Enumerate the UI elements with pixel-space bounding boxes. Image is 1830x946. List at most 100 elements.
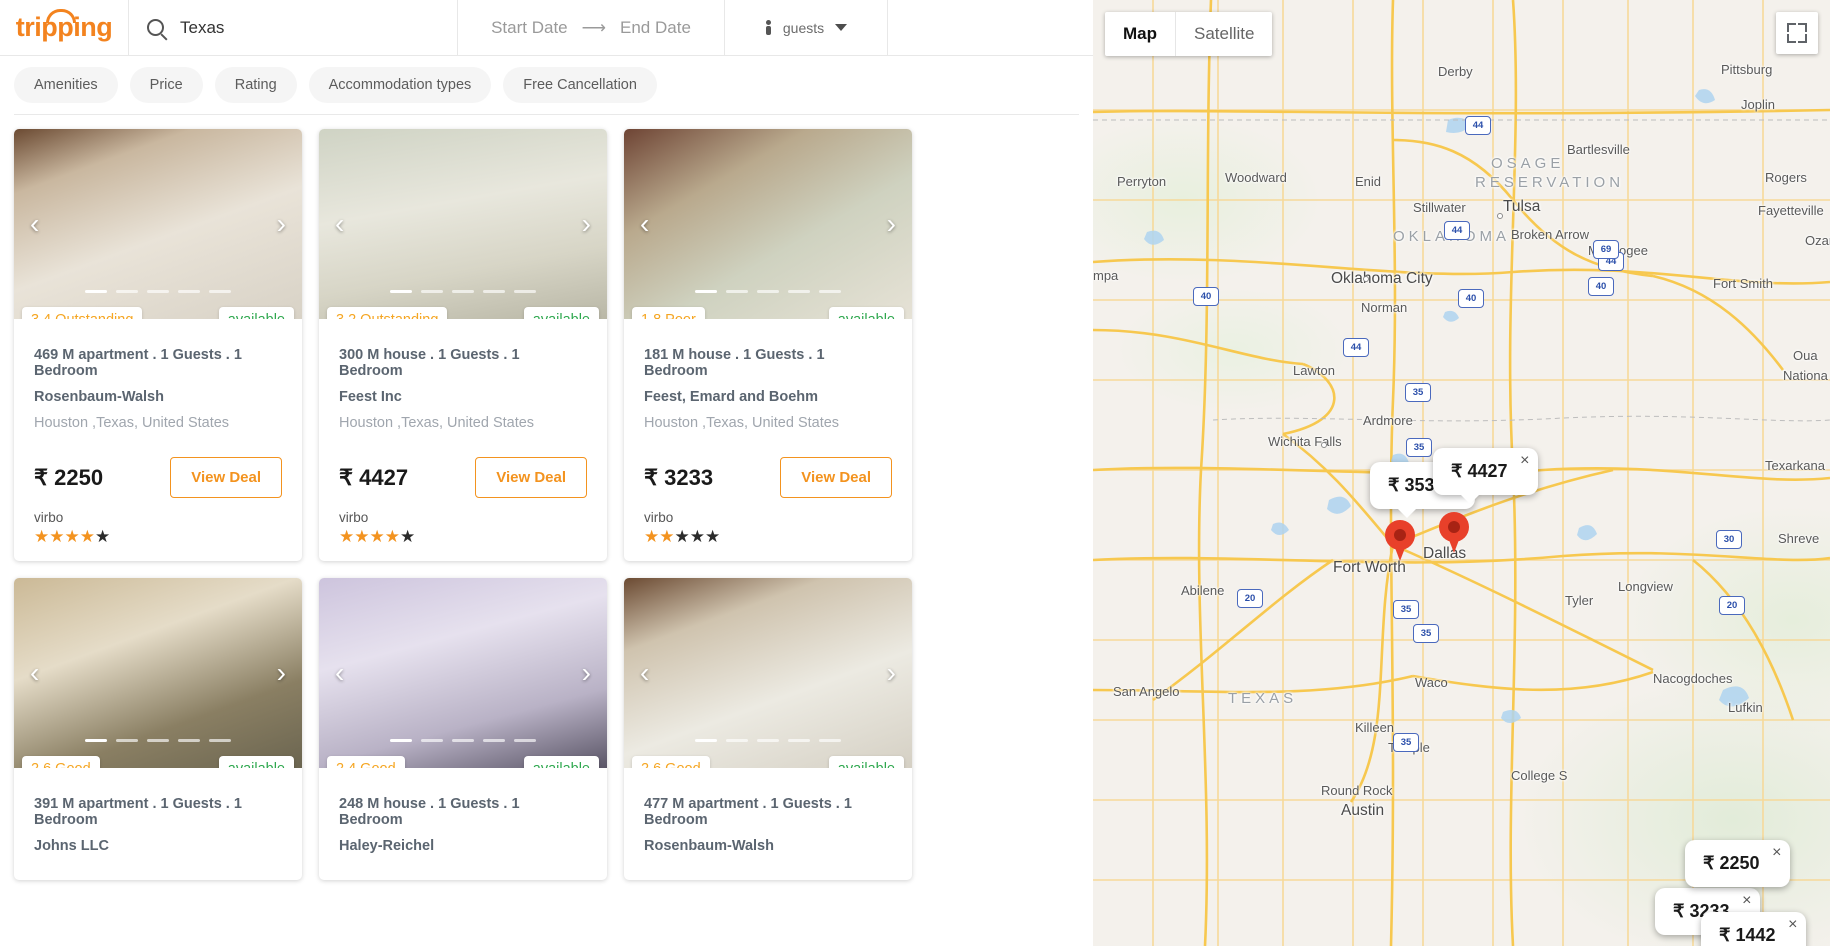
photo-dots[interactable] xyxy=(85,290,231,293)
filter-chip-rating[interactable]: Rating xyxy=(214,67,297,103)
map-type-switch[interactable]: Map Satellite xyxy=(1105,12,1273,56)
brand-logo[interactable]: tripping xyxy=(0,0,128,55)
card-badges: 2.4 Good available xyxy=(319,756,607,768)
map-label-killeen: Killeen xyxy=(1355,720,1395,735)
map-type-satellite[interactable]: Satellite xyxy=(1175,12,1272,56)
search-input[interactable] xyxy=(180,17,439,38)
card-photo[interactable]: ‹ › 1.8 Poor available xyxy=(624,129,912,319)
person-icon xyxy=(765,20,772,35)
highway-shield-i35c: 35 xyxy=(1393,733,1419,752)
search-field-wrap[interactable] xyxy=(128,0,458,55)
map-pin-1[interactable] xyxy=(1439,512,1469,554)
photo-next-button[interactable]: › xyxy=(887,659,896,687)
map-pin-0[interactable] xyxy=(1385,520,1415,562)
map-label-oua: Oua xyxy=(1793,348,1818,363)
highway-shield-i40b: 40 xyxy=(1458,289,1484,308)
photo-dots[interactable] xyxy=(695,739,841,742)
map-price-marker-4[interactable]: ₹ 1442 × xyxy=(1701,912,1806,946)
map-label-texas: TEXAS xyxy=(1228,690,1298,707)
map-label-fort-smith: Fort Smith xyxy=(1713,276,1773,291)
map-type-map[interactable]: Map xyxy=(1105,12,1175,56)
property-card[interactable]: ‹›3.4 Outstandingavailable469 M apartmen… xyxy=(14,129,302,561)
filter-chip-price[interactable]: Price xyxy=(129,67,203,103)
property-card[interactable]: ‹›2.4 Goodavailable248 M house . 1 Guest… xyxy=(319,578,607,880)
map-label-san-angelo: San Angelo xyxy=(1113,684,1180,699)
view-deal-button[interactable]: View Deal xyxy=(170,457,282,498)
photo-prev-button[interactable]: ‹ xyxy=(640,659,649,687)
photo-next-button[interactable]: › xyxy=(582,659,591,687)
availability-badge: available xyxy=(828,756,904,768)
card-price: ₹ 4427 xyxy=(339,464,409,490)
provider-name: virbo xyxy=(339,510,369,525)
star-icon: ★ xyxy=(384,527,400,546)
map-label-waco: Waco xyxy=(1415,675,1448,690)
map-label-longview: Longview xyxy=(1618,579,1673,594)
star-icon: ★ xyxy=(400,527,416,546)
map-label-pittsburg: Pittsburg xyxy=(1721,62,1773,77)
map-label-broken-arrow: Broken Arrow xyxy=(1511,227,1590,242)
photo-prev-button[interactable]: ‹ xyxy=(640,210,649,238)
property-card[interactable]: ‹›3.2 Outstandingavailable300 M house . … xyxy=(319,129,607,561)
search-icon xyxy=(147,19,164,36)
card-photo[interactable]: ‹ › 2.6 Good available xyxy=(14,578,302,768)
photo-dots[interactable] xyxy=(695,290,841,293)
photo-dots[interactable] xyxy=(390,739,536,742)
close-icon[interactable]: × xyxy=(1520,452,1529,470)
rating-badge: 1.8 Poor xyxy=(632,307,705,319)
photo-next-button[interactable]: › xyxy=(277,659,286,687)
card-photo[interactable]: ‹ › 2.6 Good available xyxy=(624,578,912,768)
map-label-shreve: Shreve xyxy=(1778,531,1820,546)
price-text: ₹ 1442 xyxy=(1719,925,1776,945)
filter-chip-accommodation-types[interactable]: Accommodation types xyxy=(308,67,492,103)
date-range-field[interactable]: Start Date ⟶ End Date xyxy=(458,0,725,55)
highway-shield-i20b: 20 xyxy=(1719,596,1745,615)
card-company: Rosenbaum-Walsh xyxy=(34,389,164,405)
results-pane: tripping Start Date ⟶ End Date guests Am… xyxy=(0,0,1093,946)
star-icon: ★ xyxy=(369,527,385,546)
filter-chip-amenities[interactable]: Amenities xyxy=(14,67,118,103)
card-photo[interactable]: ‹ › 2.4 Good available xyxy=(319,578,607,768)
map-price-marker-1[interactable]: ₹ 4427 × xyxy=(1433,448,1538,504)
photo-prev-button[interactable]: ‹ xyxy=(335,210,344,238)
map-label-oklahoma-city: Oklahoma City xyxy=(1331,270,1433,287)
star-icon: ★ xyxy=(689,527,705,546)
chevron-down-icon[interactable] xyxy=(835,24,848,31)
photo-dots[interactable] xyxy=(85,739,231,742)
guests-select[interactable]: guests xyxy=(725,0,888,55)
photo-dots[interactable] xyxy=(390,290,536,293)
star-icon: ★ xyxy=(644,527,660,546)
card-price: ₹ 2250 xyxy=(34,464,104,490)
filter-chip-free-cancellation[interactable]: Free Cancellation xyxy=(503,67,657,103)
photo-next-button[interactable]: › xyxy=(887,210,896,238)
rating-badge: 2.4 Good xyxy=(327,756,405,768)
map-pane[interactable]: Map Satellite Derby Pittsburg Joplin Bartle… xyxy=(1093,0,1830,946)
card-photo[interactable]: ‹ › 3.4 Outstanding available xyxy=(14,129,302,319)
close-icon[interactable]: × xyxy=(1742,892,1751,910)
view-deal-button[interactable]: View Deal xyxy=(475,457,587,498)
highway-shield-i40c: 40 xyxy=(1588,277,1614,296)
star-icon: ★ xyxy=(95,527,111,546)
photo-prev-button[interactable]: ‹ xyxy=(335,659,344,687)
property-card[interactable]: ‹ › 1.8 Pooravailable181 M house . 1 Guest… xyxy=(624,129,912,561)
star-rating: ★★★★★ xyxy=(34,528,282,545)
map-label-tulsa: Tulsa xyxy=(1503,198,1541,215)
star-rating: ★★★★★ xyxy=(339,528,587,545)
photo-prev-button[interactable]: ‹ xyxy=(30,659,39,687)
close-icon[interactable]: × xyxy=(1772,844,1781,862)
map-label-perryton: Perryton xyxy=(1117,174,1167,189)
close-icon[interactable]: × xyxy=(1788,916,1797,934)
card-badges: 1.8 Poor available xyxy=(624,307,912,319)
property-card[interactable]: ‹›2.6 Goodavailable477 M apartment . 1 G… xyxy=(624,578,912,880)
photo-prev-button[interactable]: ‹ xyxy=(30,210,39,238)
card-price: ₹ 3233 xyxy=(644,464,714,490)
property-card[interactable]: ‹›2.6 Goodavailable391 M apartment . 1 G… xyxy=(14,578,302,880)
view-deal-button[interactable]: View Deal xyxy=(780,457,892,498)
photo-next-button[interactable]: › xyxy=(582,210,591,238)
map-price-marker-2[interactable]: ₹ 2250 × xyxy=(1685,840,1790,887)
fullscreen-icon[interactable] xyxy=(1776,12,1818,54)
card-body: 181 M house . 1 Guests . 1 Bedroom Feest,… xyxy=(624,319,912,561)
map-label-derby: Derby xyxy=(1438,64,1473,79)
rating-badge: 2.6 Good xyxy=(632,756,710,768)
card-photo[interactable]: ‹ › 3.2 Outstanding available xyxy=(319,129,607,319)
photo-next-button[interactable]: › xyxy=(277,210,286,238)
